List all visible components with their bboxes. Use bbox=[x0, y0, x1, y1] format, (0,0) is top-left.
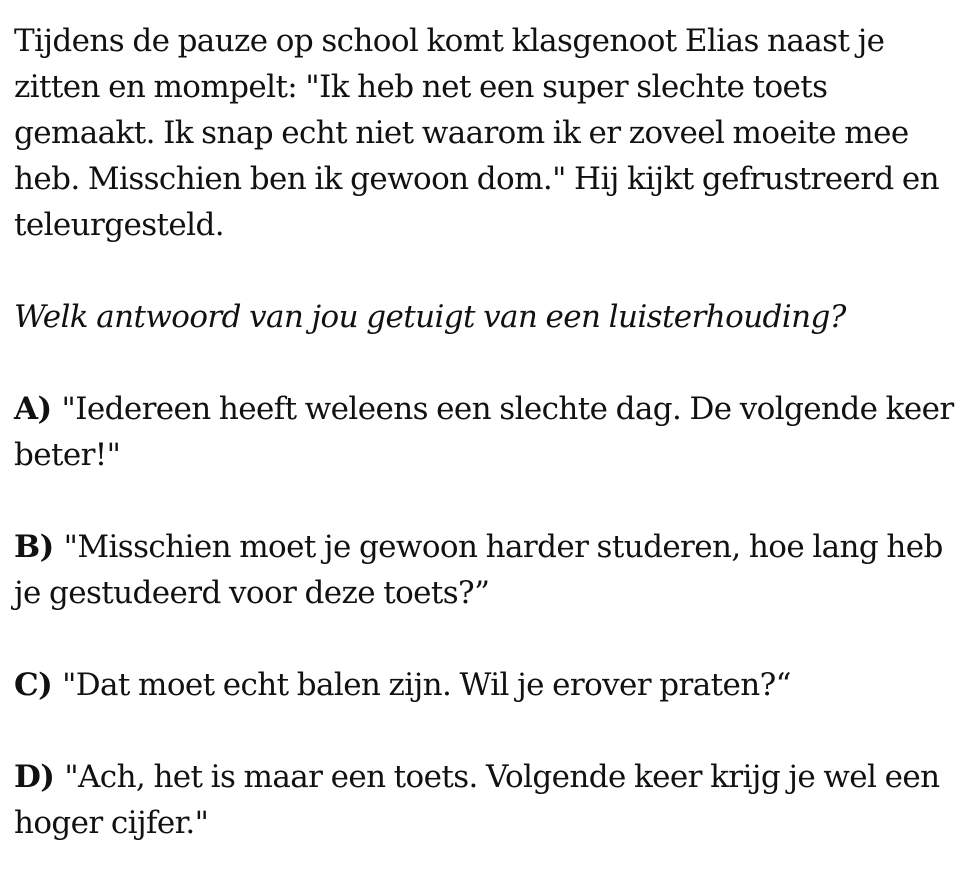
option-letter: C) bbox=[14, 667, 53, 703]
option-text: "Iedereen heeft weleens een slechte dag.… bbox=[14, 391, 954, 473]
option-text: "Misschien moet je gewoon harder studere… bbox=[14, 529, 943, 611]
quiz-question: Tijdens de pauze op school komt klasgeno… bbox=[14, 18, 974, 846]
answer-option-b[interactable]: B) "Misschien moet je gewoon harder stude… bbox=[14, 524, 974, 616]
scenario-text: Tijdens de pauze op school komt klasgeno… bbox=[14, 23, 940, 243]
option-text: "Ach, het is maar een toets. Volgende ke… bbox=[14, 759, 940, 841]
option-letter: A) bbox=[14, 391, 52, 427]
question-prompt: Welk antwoord van jou getuigt van een lu… bbox=[14, 299, 846, 335]
option-letter: B) bbox=[14, 529, 54, 565]
option-text: "Dat moet echt balen zijn. Wil je erover… bbox=[62, 667, 791, 703]
option-letter: D) bbox=[14, 759, 55, 795]
answer-option-d[interactable]: D) "Ach, het is maar een toets. Volgende … bbox=[14, 754, 974, 846]
answer-option-c[interactable]: C) "Dat moet echt balen zijn. Wil je erov… bbox=[14, 662, 974, 708]
answer-option-a[interactable]: A) "Iedereen heeft weleens een slechte da… bbox=[14, 386, 974, 478]
